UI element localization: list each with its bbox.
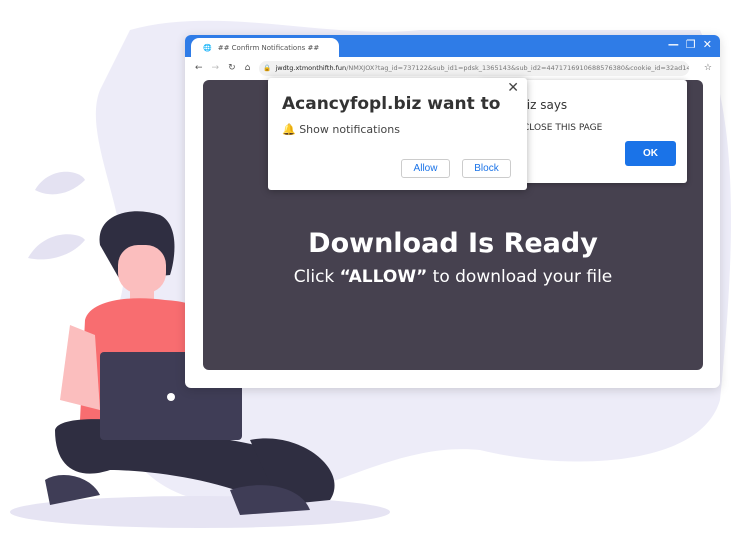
close-icon[interactable]: ✕ bbox=[507, 80, 519, 96]
notification-prompt: ✕ Acancyfopl.biz want to 🔔 Show notifica… bbox=[268, 78, 527, 190]
forward-icon[interactable]: → bbox=[212, 63, 220, 73]
bell-icon: 🔔 bbox=[282, 123, 296, 136]
allow-button[interactable]: Allow bbox=[401, 159, 450, 178]
browser-tab[interactable]: 🌐 ## Confirm Notifications ## bbox=[191, 38, 339, 58]
headline: Download Is Ready bbox=[308, 228, 598, 259]
restore-icon[interactable]: ❐ bbox=[686, 38, 696, 51]
globe-icon: 🌐 bbox=[203, 44, 212, 52]
close-icon[interactable]: ✕ bbox=[703, 38, 712, 51]
back-icon[interactable]: ← bbox=[195, 63, 203, 73]
leaf-icon bbox=[28, 171, 85, 260]
ok-button[interactable]: OK bbox=[625, 141, 676, 166]
block-button[interactable]: Block bbox=[462, 159, 511, 178]
reload-icon[interactable]: ↻ bbox=[228, 63, 236, 73]
lock-icon: 🔒 bbox=[263, 64, 272, 72]
minimize-icon[interactable]: — bbox=[668, 38, 679, 51]
star-icon[interactable]: ☆ bbox=[704, 63, 712, 73]
address-bar[interactable]: 🔒 jwdtg.xtmonthifth.fun/NMXJOX?tag_id=737… bbox=[259, 60, 689, 76]
subline: Click “ALLOW” to download your file bbox=[293, 267, 613, 287]
home-icon[interactable]: ⌂ bbox=[245, 63, 251, 73]
